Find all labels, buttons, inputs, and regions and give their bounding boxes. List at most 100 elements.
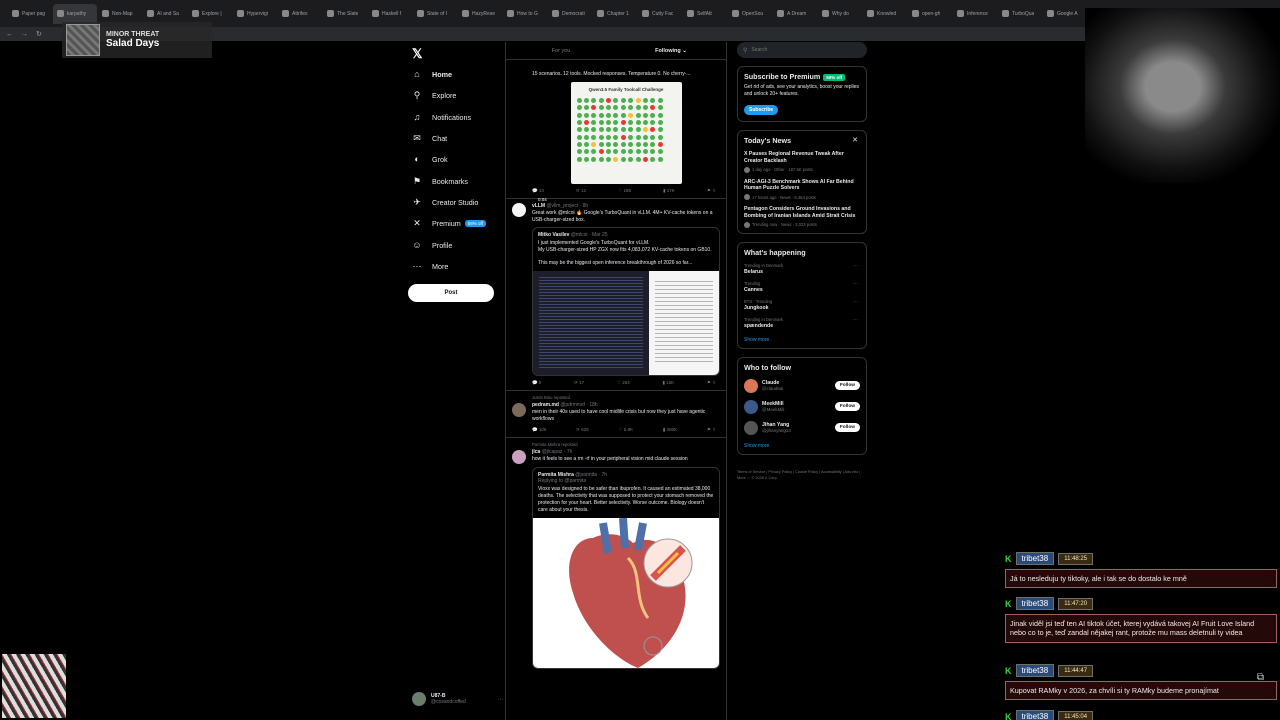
browser-tab[interactable]: OpenSou	[728, 4, 772, 24]
browser-tab[interactable]: Google A	[1043, 4, 1087, 24]
nav-item-creator-studio[interactable]: ✈ Creator Studio	[412, 195, 478, 209]
bookmark-icon[interactable]: ⚑ ⇪	[707, 188, 716, 194]
heart-illustration[interactable]	[533, 517, 719, 668]
search-box[interactable]: ⚲	[737, 42, 867, 58]
browser-tab[interactable]: A Dream	[773, 4, 817, 24]
more-dots-icon[interactable]: ···	[853, 317, 858, 323]
browser-tab[interactable]: The Slate	[323, 4, 367, 24]
bell-icon: ♫	[413, 112, 421, 122]
nav-label: Notifications	[432, 112, 472, 122]
retweet-button[interactable]: ⟳ 12	[576, 188, 586, 194]
nav-item-bookmarks[interactable]: ⚑ Bookmarks	[412, 174, 468, 188]
browser-tab[interactable]: Why do	[818, 4, 862, 24]
tweet[interactable]: vLLM @vllm_project · 8h Great work @mlco…	[506, 199, 726, 392]
like-button[interactable]: ♡ 264	[617, 380, 630, 386]
result-dot	[598, 149, 604, 155]
post-button[interactable]: Post	[408, 284, 494, 302]
browser-tab[interactable]: AI and Sa	[143, 4, 187, 24]
browser-tab[interactable]: Haskell f	[368, 4, 412, 24]
browser-tab[interactable]: open-gh	[908, 4, 952, 24]
x-logo-icon[interactable]: 𝕏	[412, 46, 422, 62]
browser-tab[interactable]: Chapter 1	[593, 4, 637, 24]
browser-tab[interactable]: SelfAtt	[683, 4, 727, 24]
follow-button[interactable]: Follow	[834, 423, 860, 432]
more-dots-icon[interactable]: ···	[853, 299, 858, 305]
trend-item[interactable]: Trending in Denmark spændende ···	[744, 317, 860, 329]
close-icon[interactable]: ✕	[852, 136, 858, 144]
trend-item[interactable]: Trending in Denmark Belarus ···	[744, 263, 860, 275]
tweet[interactable]: 15 scenarios. 12 tools. Mocked responses…	[506, 60, 726, 202]
trend-item[interactable]: BTS · Trending Jungkook ···	[744, 299, 860, 311]
nav-item-premium[interactable]: ✕ Premium 58% off	[412, 216, 486, 230]
retweet-button[interactable]: ⟳ 626	[576, 427, 589, 433]
follow-suggestion[interactable]: Claude @claudeai Follow	[744, 378, 860, 393]
browser-tab[interactable]: Hypervigi	[233, 4, 277, 24]
footer-links[interactable]: Terms of Service | Privacy Policy | Cook…	[737, 469, 867, 483]
like-button[interactable]: ♡ 188	[618, 188, 631, 194]
news-item[interactable]: X Pauses Regional Revenue Tweak After Cr…	[744, 151, 860, 173]
nav-item-notifications[interactable]: ♫ Notifications	[412, 110, 472, 124]
news-item[interactable]: Pentagon Considers Ground Invasions and …	[744, 206, 860, 228]
browser-tab[interactable]: How to G	[503, 4, 547, 24]
more-dots-icon[interactable]: ···	[853, 263, 858, 269]
quoted-tweet[interactable]: Mitko Vasilev @mlcoi · Mar 25 I just imp…	[532, 227, 720, 377]
tweet-image[interactable]: Qwen3.5 Family Toolcall Challenge	[570, 81, 682, 184]
reply-button[interactable]: 💬 5	[532, 380, 541, 386]
chat-icon: ✉	[413, 132, 421, 143]
news-item[interactable]: ARC-AGI-3 Benchmark Shows AI Far Behind …	[744, 179, 860, 200]
bookmark-icon[interactable]: ⚑ ⇪	[707, 427, 716, 433]
browser-tab[interactable]: Knowled	[863, 4, 907, 24]
reply-button[interactable]: 💬 105	[532, 427, 546, 433]
follow-button[interactable]: Follow	[834, 381, 860, 390]
chat-header: Ktribet38 11:44:47	[1005, 664, 1277, 677]
result-dot	[628, 97, 634, 103]
follow-suggestion[interactable]: Jihan Yang @jihanyang13 Follow	[744, 420, 860, 435]
reload-icon[interactable]: ↻	[36, 30, 42, 38]
forward-icon[interactable]: →	[21, 31, 28, 38]
nav-item-chat[interactable]: ✉ Chat	[412, 131, 447, 145]
show-more-link[interactable]: Show more	[744, 337, 860, 343]
retweet-button[interactable]: ⟳ 17	[574, 380, 584, 386]
nav-item-home[interactable]: ⌂ Home	[412, 67, 452, 81]
back-icon[interactable]: ←	[6, 31, 13, 38]
browser-tab[interactable]: karpathy	[53, 3, 97, 24]
browser-tab[interactable]: HazyRese	[458, 4, 502, 24]
views-button[interactable]: ▮ 15K	[662, 380, 674, 386]
browser-tab[interactable]: State of I	[413, 4, 457, 24]
browser-tab[interactable]: Paper pag	[8, 4, 52, 24]
browser-tab[interactable]: Cutty Fac	[638, 4, 682, 24]
browser-tab[interactable]: Attrifex	[278, 4, 322, 24]
like-button[interactable]: ♡ 5.9K	[619, 427, 634, 433]
search-input[interactable]	[751, 47, 852, 53]
tab-favicon-icon	[1002, 10, 1009, 17]
nav-item-more[interactable]: ⋯ More	[412, 259, 449, 273]
browser-tab[interactable]: TurboQua	[998, 4, 1042, 24]
quote-image[interactable]	[533, 271, 719, 376]
nav-item-grok[interactable]: ◐ Grok	[412, 152, 447, 166]
browser-tab[interactable]: Non-Map	[98, 4, 142, 24]
nav-item-profile[interactable]: ☺ Profile	[412, 238, 452, 252]
trend-item[interactable]: Trending Cannes ···	[744, 281, 860, 293]
reply-button[interactable]: 💬 13	[532, 188, 544, 194]
account-switcher[interactable]: U87-B @cosandcoffed ···	[412, 692, 504, 706]
result-dot	[591, 156, 597, 162]
nav-item-explore[interactable]: ⚲ Explore	[412, 88, 457, 102]
views-button[interactable]: ▮ 280K	[663, 427, 677, 433]
tab-for-you[interactable]: For you	[506, 42, 616, 59]
tweet[interactable]: Justin Bieu reposted pedram.md @pdrmnvd …	[506, 391, 726, 438]
browser-tab[interactable]: Explore |	[188, 4, 232, 24]
tweet[interactable]: Parmita Mishra reposted jlca @jlcapaz · …	[506, 438, 726, 673]
popout-icon[interactable]: ⧉	[1257, 672, 1264, 683]
tab-following[interactable]: Following ⌄	[616, 42, 726, 59]
show-more-link[interactable]: Show more	[744, 443, 860, 449]
chat-text: Kupovat RAMky v 2026, za chvíli si ty RA…	[1005, 681, 1277, 701]
subscribe-button[interactable]: Subscribe	[744, 105, 779, 115]
browser-tab[interactable]: Democrati	[548, 4, 592, 24]
quoted-tweet[interactable]: Parmita Mishra @parmita · 7h Replying to…	[532, 466, 720, 669]
browser-tab[interactable]: Inference	[953, 4, 997, 24]
more-dots-icon[interactable]: ···	[853, 281, 858, 287]
views-button[interactable]: ▮ 17K	[663, 188, 675, 194]
follow-suggestion[interactable]: MeekMill @MeekMill Follow	[744, 399, 860, 414]
bookmark-icon[interactable]: ⚑ ⇪	[707, 380, 716, 386]
follow-button[interactable]: Follow	[834, 402, 860, 411]
